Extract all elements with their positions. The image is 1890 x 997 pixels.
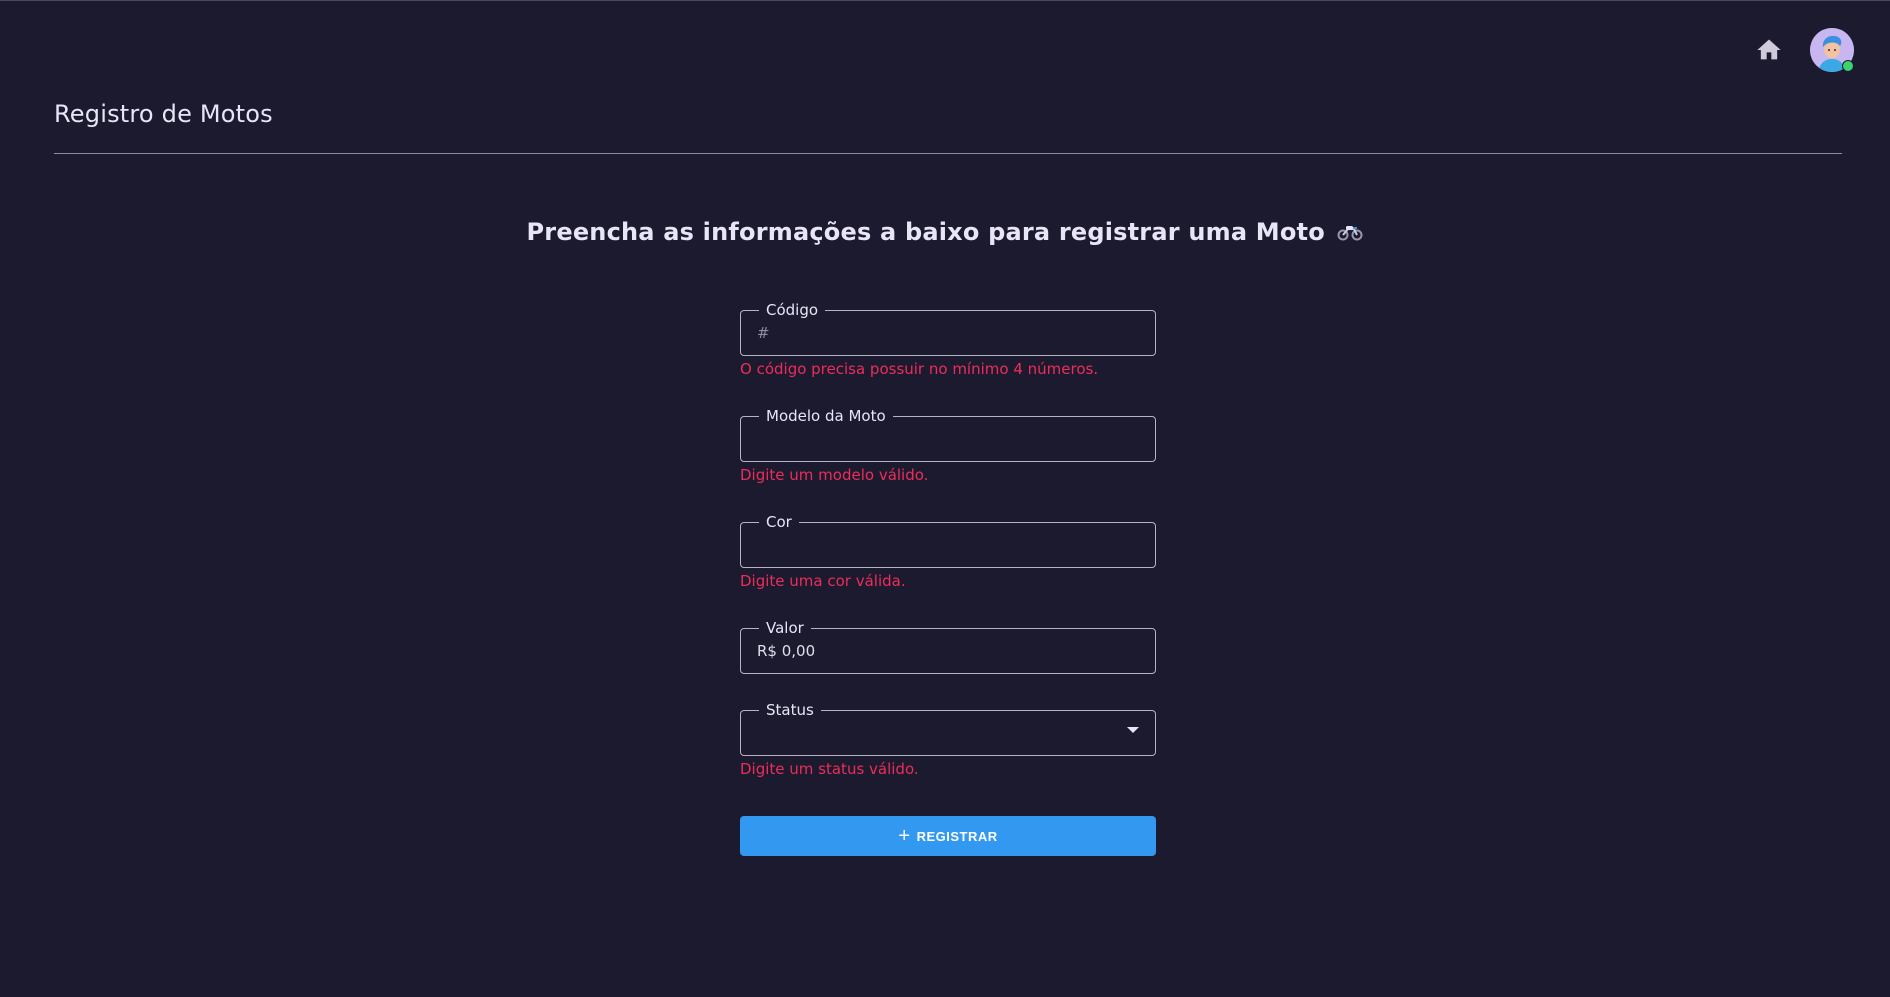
status-label: Status <box>759 701 821 719</box>
cor-label: Cor <box>759 513 799 531</box>
modelo-label: Modelo da Moto <box>759 407 893 425</box>
topbar-actions <box>1754 28 1854 72</box>
status-select[interactable]: Status <box>740 701 1156 756</box>
form-heading-text: Preencha as informações a baixo para reg… <box>526 218 1325 246</box>
home-icon <box>1757 39 1781 60</box>
valor-input[interactable]: Valor R$ 0,00 <box>740 619 1156 674</box>
cor-field: Cor Digite uma cor válida. <box>740 513 1156 590</box>
codigo-placeholder: # <box>757 324 770 342</box>
valor-value: R$ 0,00 <box>757 642 816 660</box>
codigo-field: Código # O código precisa possuir no mín… <box>740 301 1156 378</box>
form-heading: Preencha as informações a baixo para reg… <box>0 218 1890 247</box>
home-button[interactable] <box>1754 35 1784 65</box>
avatar[interactable] <box>1810 28 1854 72</box>
modelo-error: Digite um modelo válido. <box>740 466 929 484</box>
register-button-label: REGISTRAR <box>916 828 998 844</box>
online-status-dot <box>1842 60 1854 72</box>
chevron-down-icon[interactable] <box>1127 727 1139 733</box>
codigo-error: O código precisa possuir no mínimo 4 núm… <box>740 360 1099 378</box>
top-border <box>0 0 1890 1</box>
valor-label: Valor <box>759 619 811 637</box>
motorcycle-icon <box>1337 219 1363 247</box>
valor-field: Valor R$ 0,00 <box>740 619 1156 674</box>
plus-icon: + <box>898 825 911 847</box>
status-field: Status Digite um status válido. <box>740 701 1156 778</box>
register-button[interactable]: + REGISTRAR <box>740 816 1156 856</box>
status-error: Digite um status válido. <box>740 760 919 778</box>
header-divider <box>54 153 1842 154</box>
codigo-label: Código <box>759 301 826 319</box>
page-title: Registro de Motos <box>54 100 273 128</box>
modelo-field: Modelo da Moto Digite um modelo válido. <box>740 407 1156 484</box>
modelo-input[interactable]: Modelo da Moto <box>740 407 1156 462</box>
cor-input[interactable]: Cor <box>740 513 1156 568</box>
codigo-input[interactable]: Código # <box>740 301 1156 356</box>
cor-error: Digite uma cor válida. <box>740 572 906 590</box>
